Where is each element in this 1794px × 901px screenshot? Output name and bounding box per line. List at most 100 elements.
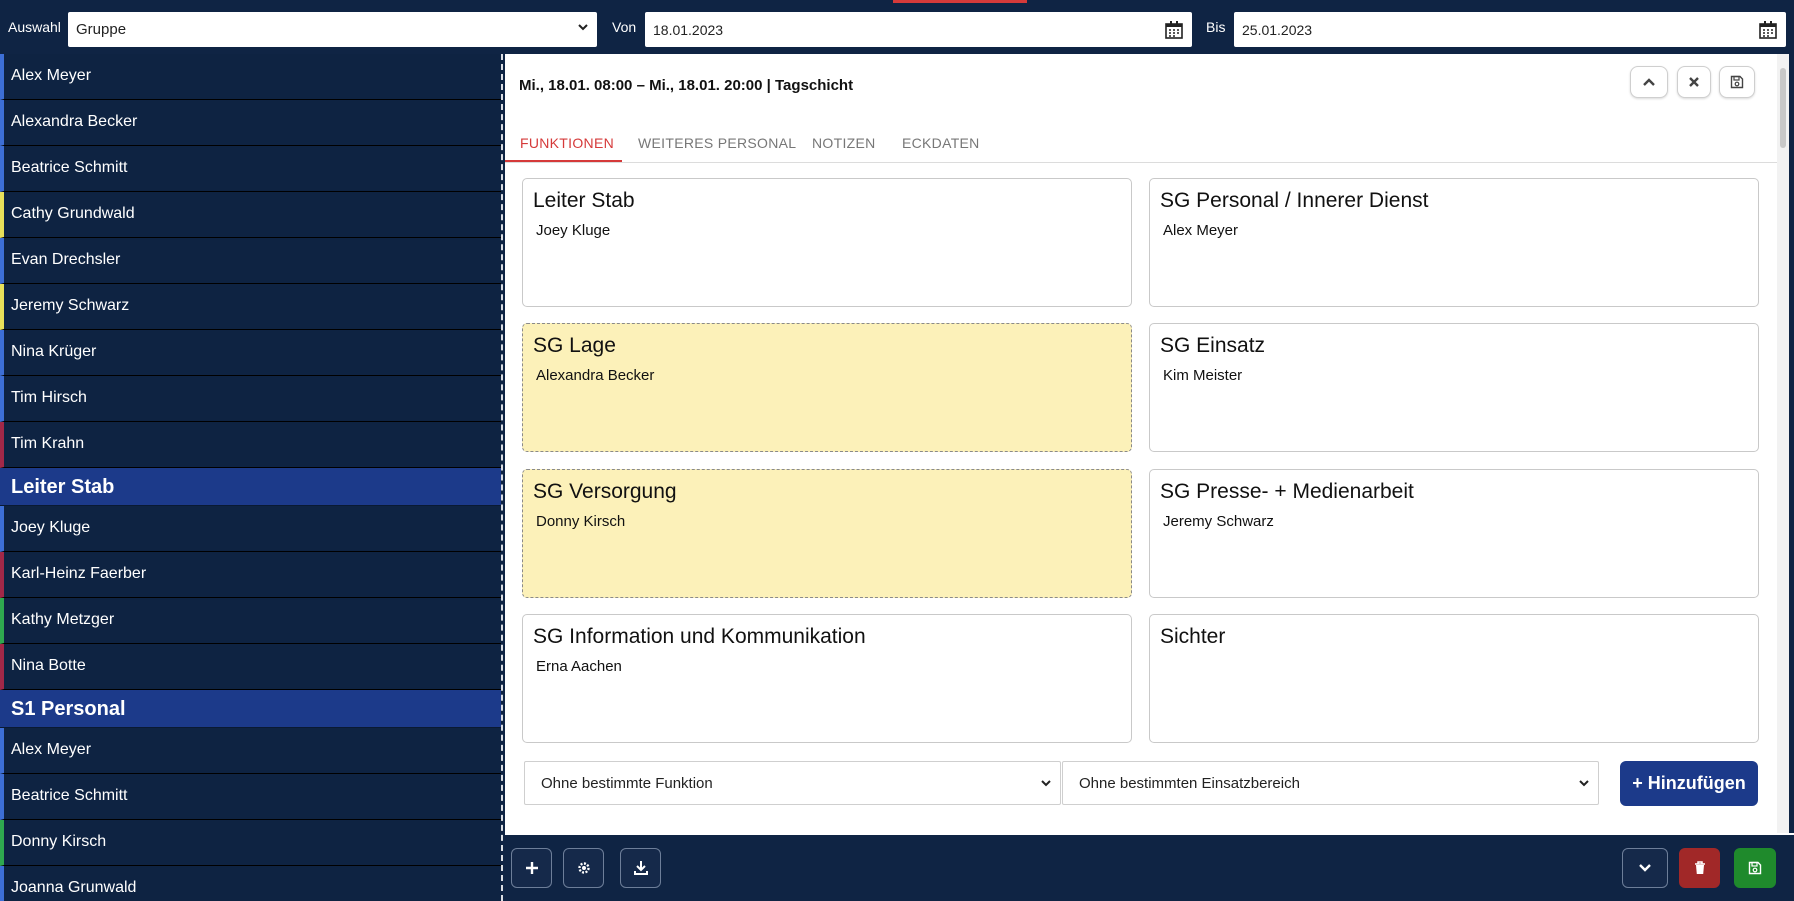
assigned-person[interactable]: Joey Kluge: [536, 222, 610, 239]
detail-tabs: FUNKTIONEN WEITERES PERSONAL NOTIZEN ECK…: [505, 118, 1777, 163]
function-title: SG Presse- + Medienarbeit: [1160, 480, 1414, 503]
chevron-down-icon: [1639, 864, 1651, 872]
tab-funktionen[interactable]: FUNKTIONEN: [520, 135, 614, 151]
function-card[interactable]: SG Presse- + Medienarbeit Jeremy Schwarz: [1149, 469, 1759, 598]
expand-button[interactable]: [1622, 848, 1668, 888]
function-card[interactable]: Leiter Stab Joey Kluge: [522, 178, 1132, 307]
area-select-value: Ohne bestimmten Einsatzbereich: [1079, 775, 1300, 792]
area-select[interactable]: Ohne bestimmten Einsatzbereich: [1062, 761, 1599, 805]
main-scrollbar[interactable]: [1777, 54, 1789, 833]
staff-list-item[interactable]: Kathy Metzger: [0, 598, 501, 644]
function-title: SG Einsatz: [1160, 334, 1266, 357]
staff-name: Tim Krahn: [11, 435, 85, 452]
function-card[interactable]: Sichter: [1149, 614, 1759, 743]
function-card[interactable]: SG Personal / Innerer Dienst Alex Meyer: [1149, 178, 1759, 307]
shift-title: Mi., 18.01. 08:00 – Mi., 18.01. 20:00 | …: [519, 77, 854, 94]
staff-list-item[interactable]: Joanna Grunwald: [0, 866, 501, 901]
staff-name: Alexandra Becker: [11, 113, 138, 130]
group-select-value: Gruppe: [76, 21, 127, 38]
staff-list-item[interactable]: Nina Krüger: [0, 330, 501, 376]
bis-date-input[interactable]: 25.01.2023: [1234, 12, 1786, 47]
function-select-value: Ohne bestimmte Funktion: [541, 775, 713, 792]
staff-list-item[interactable]: Beatrice Schmitt: [0, 146, 501, 192]
staff-name: Beatrice Schmitt: [11, 159, 128, 176]
group-select[interactable]: Gruppe: [68, 12, 597, 47]
add-shift-button[interactable]: [511, 848, 552, 888]
save-icon: [1730, 75, 1744, 89]
save-icon: [1748, 861, 1762, 875]
staff-name: Joanna Grunwald: [11, 879, 137, 896]
staff-list-item[interactable]: Nina Botte: [0, 644, 501, 690]
assigned-person[interactable]: Donny Kirsch: [536, 513, 625, 530]
auswahl-label: Auswahl: [8, 19, 61, 35]
function-title: SG Versorgung: [533, 480, 677, 503]
function-title: SG Information und Kommunikation: [533, 625, 866, 648]
assigned-person[interactable]: Erna Aachen: [536, 658, 622, 675]
function-card[interactable]: SG Versorgung Donny Kirsch: [522, 469, 1132, 598]
staff-list-item[interactable]: Evan Drechsler: [0, 238, 501, 284]
chevron-down-icon: [578, 24, 588, 31]
function-select[interactable]: Ohne bestimmte Funktion: [524, 761, 1061, 805]
chevron-down-icon: [1041, 780, 1051, 787]
staff-list-item[interactable]: Karl-Heinz Faerber: [0, 552, 501, 598]
function-card[interactable]: SG Information und Kommunikation Erna Aac…: [522, 614, 1132, 743]
close-icon: [1689, 77, 1699, 87]
scrollbar-thumb[interactable]: [1780, 68, 1786, 148]
staff-name: Tim Hirsch: [11, 389, 87, 406]
trash-icon: [1694, 861, 1705, 874]
gear-icon: [577, 862, 590, 874]
staff-list-item[interactable]: Tim Krahn: [0, 422, 501, 468]
staff-list-item[interactable]: Joey Kluge: [0, 506, 501, 552]
delete-button[interactable]: [1679, 848, 1720, 888]
plus-icon: [525, 862, 538, 874]
function-card[interactable]: SG Lage Alexandra Becker: [522, 323, 1132, 452]
tab-weiteres-personal[interactable]: WEITERES PERSONAL: [638, 135, 796, 151]
staff-name: Nina Krüger: [11, 343, 97, 360]
staff-name: Evan Drechsler: [11, 251, 121, 268]
staff-list-item[interactable]: Cathy Grundwald: [0, 192, 501, 238]
assigned-person[interactable]: Kim Meister: [1163, 367, 1242, 384]
chevron-up-icon: [1643, 78, 1655, 86]
bottom-toolbar: [505, 833, 1794, 901]
save-button[interactable]: [1734, 848, 1776, 888]
staff-name: Nina Botte: [11, 657, 86, 674]
calendar-icon[interactable]: [1164, 20, 1184, 40]
calendar-icon[interactable]: [1758, 20, 1778, 40]
settings-button[interactable]: [563, 848, 604, 888]
function-title: SG Personal / Innerer Dienst: [1160, 189, 1429, 212]
bis-date-value: 25.01.2023: [1242, 22, 1313, 38]
staff-name: Cathy Grundwald: [11, 205, 135, 222]
staff-list-item[interactable]: Alex Meyer: [0, 728, 501, 774]
group-header-leiter-stab[interactable]: Leiter Stab: [0, 468, 501, 506]
tab-notizen[interactable]: NOTIZEN: [812, 135, 876, 151]
von-date-input[interactable]: 18.01.2023: [645, 12, 1192, 47]
staff-name: Karl-Heinz Faerber: [11, 565, 147, 582]
assigned-person[interactable]: Alexandra Becker: [536, 367, 654, 384]
staff-list-item[interactable]: Alexandra Becker: [0, 100, 501, 146]
add-button[interactable]: + Hinzufügen: [1620, 761, 1758, 806]
staff-list-item[interactable]: Donny Kirsch: [0, 820, 501, 866]
top-accent-line: [893, 0, 1027, 3]
staff-sidebar: Alex Meyer Alexandra Becker Beatrice Schmi…: [0, 54, 501, 901]
collapse-button[interactable]: [1630, 66, 1668, 98]
save-header-button[interactable]: [1719, 66, 1755, 98]
assigned-person[interactable]: Jeremy Schwarz: [1163, 513, 1274, 530]
tab-eckdaten[interactable]: ECKDATEN: [902, 135, 980, 151]
staff-list-item[interactable]: Tim Hirsch: [0, 376, 501, 422]
staff-name: Jeremy Schwarz: [11, 297, 130, 314]
staff-list-item[interactable]: Jeremy Schwarz: [0, 284, 501, 330]
close-button[interactable]: [1677, 66, 1711, 98]
von-date-value: 18.01.2023: [653, 22, 724, 38]
bis-label: Bis: [1206, 19, 1226, 35]
active-tab-indicator: [505, 160, 622, 162]
staff-name: Alex Meyer: [11, 67, 92, 84]
function-card[interactable]: SG Einsatz Kim Meister: [1149, 323, 1759, 452]
group-header-s1-personal[interactable]: S1 Personal: [0, 690, 501, 728]
staff-list-item[interactable]: Beatrice Schmitt: [0, 774, 501, 820]
function-title: SG Lage: [533, 334, 616, 357]
download-button[interactable]: [620, 848, 661, 888]
assigned-person[interactable]: Alex Meyer: [1163, 222, 1238, 239]
resize-divider[interactable]: [501, 54, 503, 901]
staff-list-item[interactable]: Alex Meyer: [0, 54, 501, 100]
staff-name: Donny Kirsch: [11, 833, 107, 850]
